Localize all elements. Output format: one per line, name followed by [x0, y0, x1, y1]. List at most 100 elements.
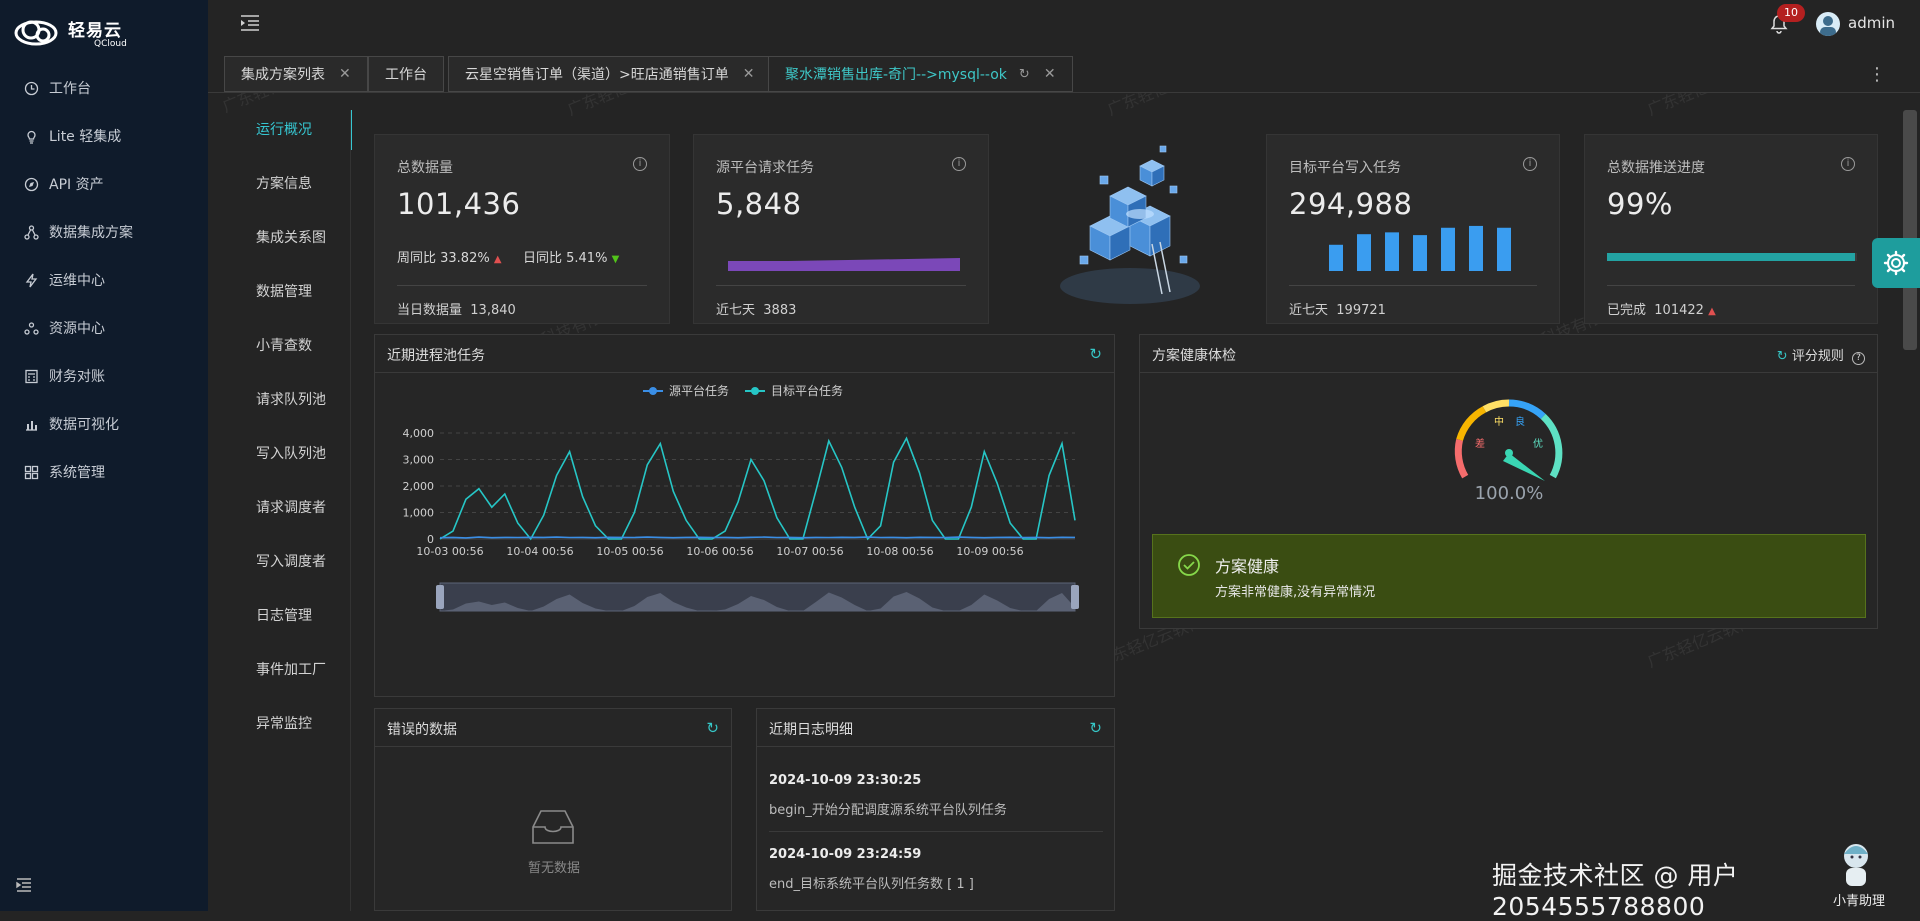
log-time: 2024-10-09 23:24:59	[769, 847, 922, 862]
sidebar-item[interactable]: 财务对账	[0, 356, 208, 396]
info-icon[interactable]: i	[1523, 157, 1537, 171]
nodes-icon	[24, 321, 39, 335]
top-header	[208, 0, 1920, 48]
target-bar	[1413, 235, 1427, 271]
sidebar-item[interactable]: Lite 轻集成	[0, 116, 208, 156]
logo[interactable]: 轻易云 QCloud	[14, 13, 204, 55]
gear-icon	[1883, 250, 1909, 276]
sidebar-item-label: 数据可视化	[49, 417, 119, 433]
subnav-item[interactable]: 请求调度者	[236, 488, 352, 528]
subnav-item[interactable]: 数据管理	[236, 272, 352, 312]
subnav-item[interactable]: 日志管理	[236, 596, 352, 636]
sidebar-item[interactable]: 系统管理	[0, 452, 208, 492]
subnav-item[interactable]: 小青查数	[236, 326, 352, 366]
sidebar-item-label: 系统管理	[49, 465, 105, 481]
tab-label: 云星空销售订单（渠道）>旺店通销售订单	[465, 67, 729, 83]
subnav-item[interactable]: 写入队列池	[236, 434, 352, 474]
card-total-data: 总数据量 i 101,436 周同比 33.82% ▲ 日同比 5.41% ▼ …	[374, 134, 670, 324]
tab-solution-list[interactable]: 集成方案列表 ✕	[224, 56, 368, 92]
user-name[interactable]: admin	[1848, 14, 1895, 32]
refresh-icon[interactable]: ↻	[1089, 345, 1102, 363]
gauge-label-medium: 中	[1494, 415, 1504, 428]
sidebar-item[interactable]: 工作台	[0, 68, 208, 108]
settings-button[interactable]	[1872, 238, 1920, 288]
x-tick-label: 10-09 00:56	[956, 545, 1023, 558]
refresh-icon[interactable]: ↻	[1089, 719, 1102, 737]
panel-header: 方案健康体检 ↻ 评分规则 ?	[1140, 335, 1877, 373]
log-text: begin_开始分配调度源系统平台队列任务	[769, 803, 1007, 818]
collapse-sidebar-icon[interactable]	[16, 878, 32, 892]
panel-title: 方案健康体检	[1152, 348, 1236, 364]
panel-title: 错误的数据	[387, 722, 457, 738]
page-scrollbar[interactable]	[1903, 110, 1917, 350]
card-foot-value: 199721	[1336, 303, 1386, 318]
card-value: 294,988	[1289, 187, 1413, 221]
user-avatar-icon	[1820, 16, 1836, 36]
x-tick-label: 10-05 00:56	[596, 545, 663, 558]
close-icon[interactable]: ✕	[1044, 66, 1056, 82]
sidebar-item-label: API 资产	[49, 177, 104, 193]
info-icon[interactable]: i	[633, 157, 647, 171]
card-title: 总数据推送进度	[1607, 160, 1705, 176]
refresh-icon: ↻	[1776, 349, 1788, 364]
close-icon[interactable]: ✕	[339, 66, 351, 82]
sidebar-item[interactable]: 数据集成方案	[0, 212, 208, 252]
refresh-icon[interactable]: ↻	[706, 719, 719, 737]
panel-header: 错误的数据 ↻	[375, 709, 731, 747]
series-line	[439, 436, 1076, 541]
subnav-item[interactable]: 方案信息	[236, 164, 352, 204]
menu-toggle-icon[interactable]	[240, 14, 260, 32]
card-source-requests: 源平台请求任务 i 5,848 近七天 3883	[693, 134, 989, 324]
info-icon[interactable]: i	[1841, 157, 1855, 171]
card-foot-label: 当日数据量	[397, 303, 463, 318]
sidebar-item-label: 数据集成方案	[49, 225, 133, 241]
tab-sales-order[interactable]: 云星空销售订单（渠道）>旺店通销售订单 ✕	[448, 56, 772, 92]
log-time: 2024-10-09 23:30:25	[769, 773, 922, 788]
bulb-icon	[27, 130, 36, 144]
gauge-value: 100.0%	[1475, 483, 1544, 501]
scoring-rules-label: 评分规则	[1791, 349, 1844, 364]
panel-header: 近期进程池任务 ↻	[375, 335, 1114, 373]
zoom-handle-right	[1071, 585, 1079, 609]
help-icon: ?	[1852, 352, 1865, 365]
target-bar	[1329, 244, 1343, 271]
card-title: 源平台请求任务	[716, 160, 814, 176]
sidebar-item[interactable]: 运维中心	[0, 260, 208, 300]
health-status-banner: 方案健康 方案非常健康,没有异常情况	[1152, 534, 1866, 618]
close-icon[interactable]: ✕	[743, 66, 755, 82]
x-tick-label: 10-08 00:56	[866, 545, 933, 558]
card-footer: 近七天 3883	[716, 299, 796, 318]
check-circle-icon	[1178, 554, 1200, 576]
progress-track	[1607, 253, 1857, 261]
sidebar-item[interactable]: API 资产	[0, 164, 208, 204]
subnav-item[interactable]: 运行概况	[236, 110, 352, 150]
target-bar	[1385, 232, 1399, 271]
legend-label: 源平台任务	[669, 383, 729, 398]
empty-inbox-icon	[532, 810, 574, 844]
card-footer: 已完成 101422 ▲	[1607, 299, 1716, 318]
health-check-panel: 方案健康体检 ↻ 评分规则 ? 差 中 良 优 100.0% 方案健康 方案非常…	[1139, 334, 1878, 629]
sidebar-item[interactable]: 资源中心	[0, 308, 208, 348]
tab-workbench[interactable]: 工作台	[368, 56, 444, 92]
subnav-item[interactable]: 请求队列池	[236, 380, 352, 420]
avatar[interactable]	[1816, 12, 1840, 36]
card-value: 5,848	[716, 187, 802, 221]
target-bar-sparkline	[1329, 225, 1511, 271]
subnav-item[interactable]: 异常监控	[236, 704, 352, 744]
tab-jushuitan-active[interactable]: 聚水潭销售出库-奇门-->mysql--ok ↻ ✕	[768, 56, 1073, 92]
more-icon[interactable]: ⋮	[1868, 64, 1886, 85]
subnav-item[interactable]: 集成关系图	[236, 218, 352, 258]
y-tick-label: 4,000	[403, 427, 435, 440]
scoring-rules-link[interactable]: ↻ 评分规则 ?	[1777, 345, 1865, 365]
sidebar-item-label: 工作台	[49, 81, 91, 97]
subnav-item[interactable]: 写入调度者	[236, 542, 352, 582]
refresh-icon[interactable]: ↻	[1019, 67, 1030, 82]
week-compare-label: 周同比 33.82%	[397, 251, 490, 266]
info-icon[interactable]: i	[952, 157, 966, 171]
calculator-icon	[25, 369, 38, 383]
card-push-progress: 总数据推送进度 i 99% 已完成 101422 ▲	[1584, 134, 1878, 324]
card-foot-label: 已完成	[1607, 303, 1647, 318]
target-bar	[1497, 227, 1511, 271]
sidebar-item[interactable]: 数据可视化	[0, 404, 208, 444]
subnav-item[interactable]: 事件加工厂	[236, 650, 352, 690]
